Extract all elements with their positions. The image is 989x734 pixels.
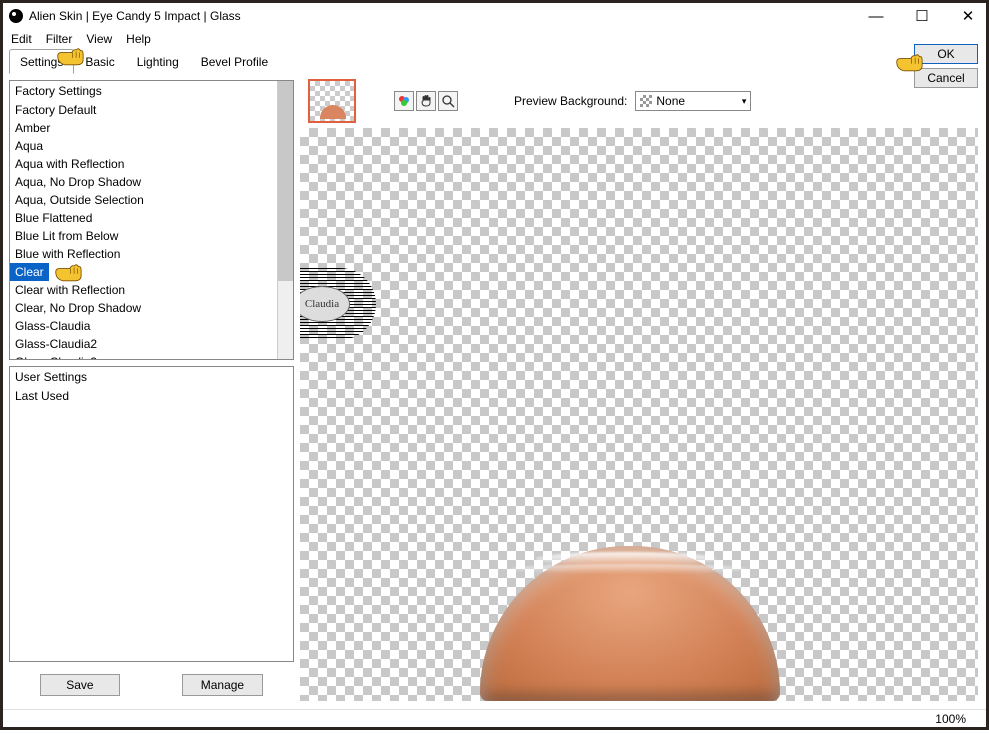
glass-preview-shape — [480, 546, 780, 701]
list-item[interactable]: Blue with Reflection — [10, 245, 277, 263]
tab-lighting[interactable]: Lighting — [126, 49, 190, 74]
menubar: Edit Filter View Help — [3, 29, 986, 49]
window-controls: — ☐ ✕ — [862, 6, 982, 26]
list-item[interactable]: Glass-Claudia2 — [10, 335, 277, 353]
maximize-button[interactable]: ☐ — [908, 6, 936, 26]
scrollbar[interactable] — [277, 81, 293, 359]
preview-bg-select[interactable]: None ▾ — [635, 91, 751, 111]
list-item[interactable]: Factory Default — [10, 101, 277, 119]
manage-button[interactable]: Manage — [182, 674, 263, 696]
list-item[interactable]: Glass-Claudia3 — [10, 353, 277, 359]
right-panel: OK Cancel Preview Background: None ▾ Cla… — [300, 74, 986, 709]
app-icon — [9, 9, 23, 23]
titlebar: Alien Skin | Eye Candy 5 Impact | Glass … — [3, 3, 986, 29]
statusbar: 100% — [3, 709, 986, 727]
list-item[interactable]: Aqua, No Drop Shadow — [10, 173, 277, 191]
list-item[interactable]: Aqua — [10, 137, 277, 155]
menu-view[interactable]: View — [86, 32, 112, 46]
minimize-button[interactable]: — — [862, 6, 890, 26]
list-item[interactable]: Aqua, Outside Selection — [10, 191, 277, 209]
list-item[interactable]: Amber — [10, 119, 277, 137]
main-area: Factory Settings Factory Default Amber A… — [3, 74, 986, 709]
menu-filter[interactable]: Filter — [46, 32, 73, 46]
user-settings-header: User Settings — [10, 367, 293, 387]
close-button[interactable]: ✕ — [954, 6, 982, 26]
user-settings-list[interactable]: User Settings Last Used — [9, 366, 294, 662]
pointing-hand-icon — [56, 45, 84, 67]
factory-settings-header: Factory Settings — [10, 81, 277, 101]
zoom-level: 100% — [935, 712, 966, 726]
list-item[interactable]: Clear, No Drop Shadow — [10, 299, 277, 317]
list-item[interactable]: Blue Flattened — [10, 209, 277, 227]
preview-bg-value: None — [656, 94, 685, 108]
left-panel: Factory Settings Factory Default Amber A… — [3, 74, 300, 709]
bottom-buttons: Save Manage — [9, 668, 294, 702]
list-item[interactable]: Blue Lit from Below — [10, 227, 277, 245]
list-item[interactable]: Aqua with Reflection — [10, 155, 277, 173]
chevron-down-icon: ▾ — [742, 96, 747, 107]
preview-toolbar: Preview Background: None ▾ — [300, 74, 986, 128]
pointing-hand-icon — [54, 261, 82, 283]
list-item[interactable]: Glass-Claudia — [10, 317, 277, 335]
preview-bg-label: Preview Background: — [514, 94, 627, 108]
pointing-hand-icon — [895, 51, 923, 73]
hand-pan-icon[interactable] — [416, 91, 436, 111]
list-item-selected[interactable]: Clear — [10, 263, 49, 281]
tab-bar: Settings Basic Lighting Bevel Profile — [3, 49, 986, 74]
save-button[interactable]: Save — [40, 674, 120, 696]
watermark: Claudia — [300, 268, 376, 340]
ok-button[interactable]: OK — [914, 44, 978, 64]
preview-canvas[interactable]: Claudia — [300, 128, 978, 701]
cancel-button[interactable]: Cancel — [914, 68, 978, 88]
menu-help[interactable]: Help — [126, 32, 151, 46]
factory-settings-list[interactable]: Factory Settings Factory Default Amber A… — [9, 80, 294, 360]
tab-bevel-profile[interactable]: Bevel Profile — [190, 49, 279, 74]
preview-thumbnail[interactable] — [308, 79, 356, 123]
window-title: Alien Skin | Eye Candy 5 Impact | Glass — [29, 9, 862, 23]
list-item[interactable]: Last Used — [10, 387, 293, 405]
action-buttons: OK Cancel — [914, 44, 978, 88]
list-item[interactable]: Clear with Reflection — [10, 281, 277, 299]
color-picker-icon[interactable] — [394, 91, 414, 111]
menu-edit[interactable]: Edit — [11, 32, 32, 46]
checker-swatch-icon — [640, 95, 652, 107]
zoom-icon[interactable] — [438, 91, 458, 111]
